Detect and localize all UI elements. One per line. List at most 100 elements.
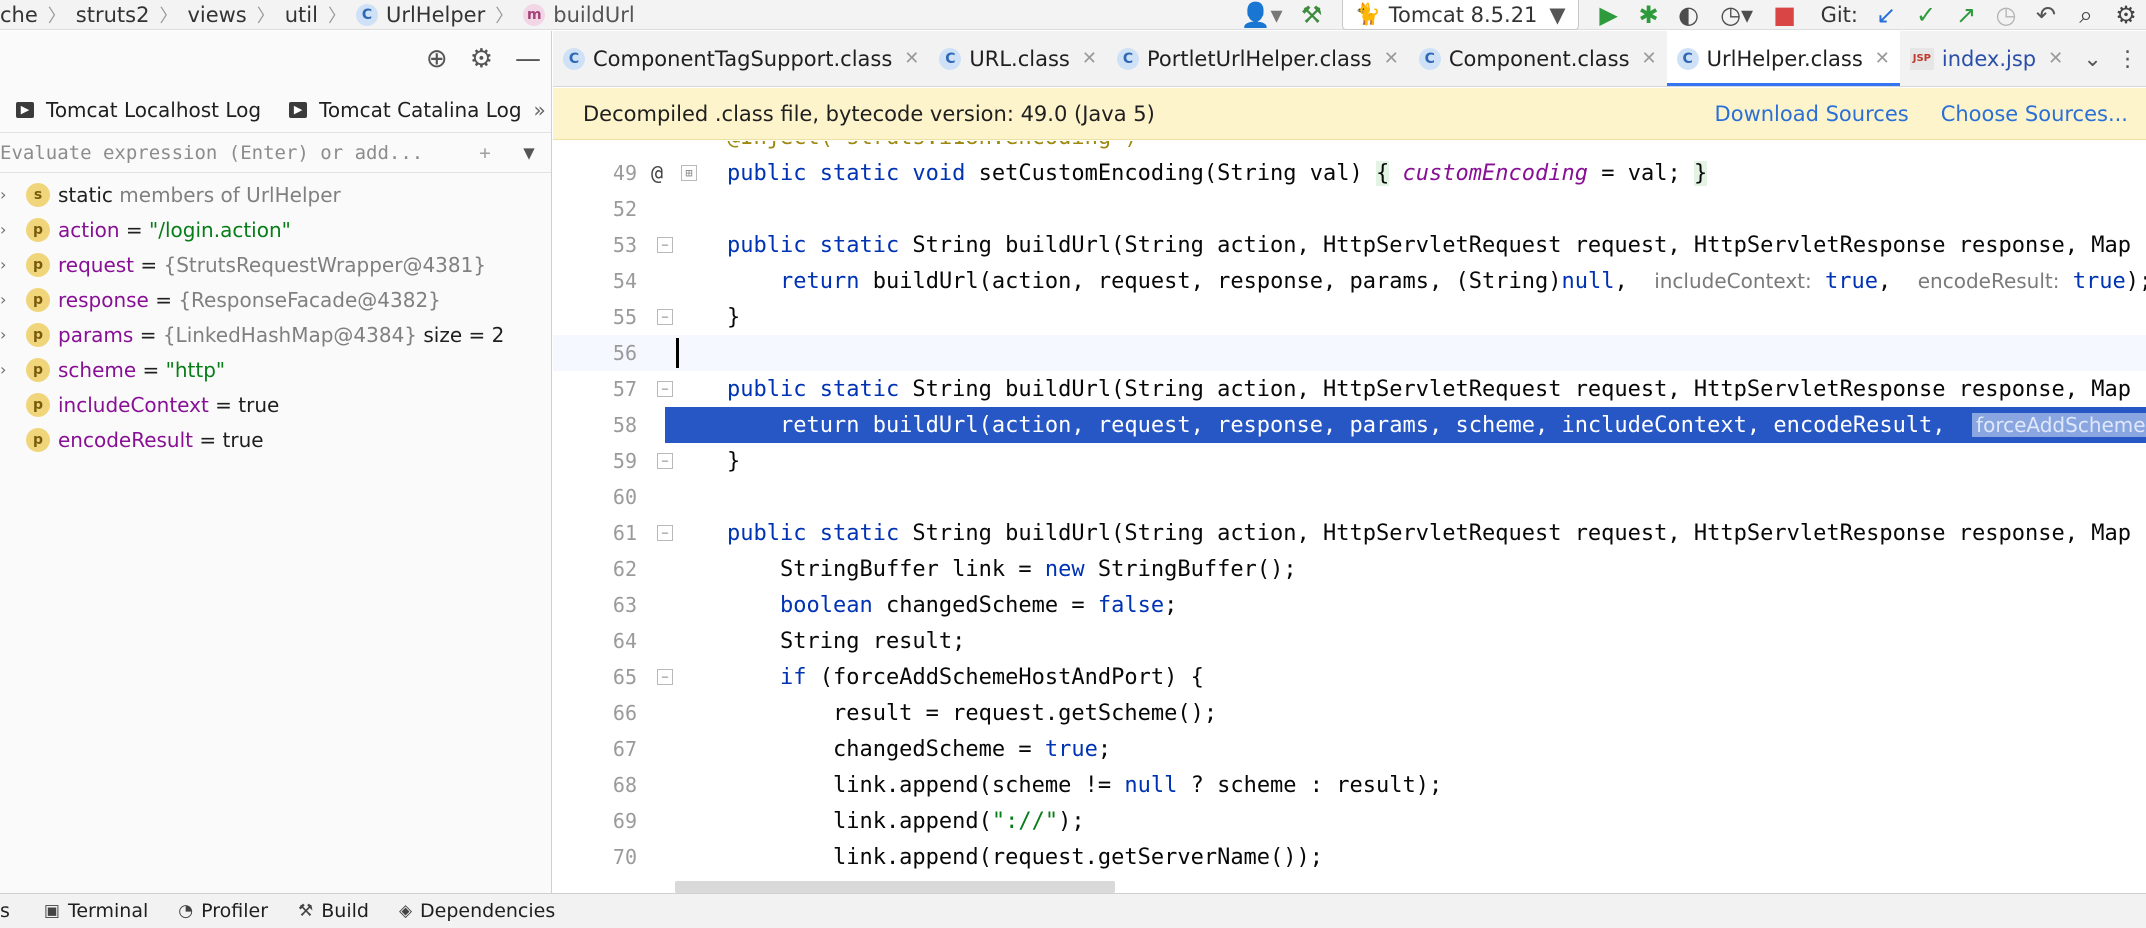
- git-update-icon[interactable]: ↙: [1866, 0, 1906, 30]
- build-tab[interactable]: ⚒ Build: [298, 900, 369, 922]
- variable-text: params = {LinkedHashMap@4384} size = 2: [58, 323, 504, 347]
- line-number: 58: [612, 413, 637, 437]
- tab-tomcat-catalina-log[interactable]: ▶ Tomcat Catalina Log: [273, 98, 533, 122]
- layers-icon: ◈: [398, 901, 413, 921]
- run-configuration-select[interactable]: 🐈 Tomcat 8.5.21 ▼: [1341, 0, 1579, 30]
- chevron-right-icon: 〉: [256, 5, 275, 27]
- editor-tab[interactable]: C URL.class ✕: [929, 31, 1107, 86]
- editor-tab-label: Component.class: [1448, 46, 1630, 71]
- breadcrumb-item[interactable]: UrlHelper: [386, 3, 485, 27]
- fold-icon[interactable]: −: [657, 525, 673, 541]
- download-sources-link[interactable]: Download Sources: [1715, 102, 1909, 126]
- breadcrumb-item[interactable]: views: [187, 3, 246, 27]
- search-icon[interactable]: ⌕: [2066, 0, 2106, 30]
- debug-icon[interactable]: ✱: [1629, 0, 1669, 30]
- close-icon[interactable]: ✕: [904, 48, 919, 69]
- code-text: link.append("://");: [727, 808, 1085, 834]
- git-push-icon[interactable]: ↗: [1946, 0, 1986, 30]
- expand-arrow-icon[interactable]: ›: [0, 185, 6, 204]
- run-icon[interactable]: ▶: [1589, 0, 1629, 30]
- variable-row[interactable]: › p request = {StrutsRequestWrapper@4381}: [0, 247, 551, 282]
- log-icon: ▶: [289, 101, 308, 118]
- fold-icon[interactable]: −: [657, 669, 673, 685]
- choose-sources-link[interactable]: Choose Sources...: [1941, 102, 2128, 126]
- expand-arrow-icon[interactable]: ›: [0, 360, 6, 379]
- git-commit-icon[interactable]: ✓: [1906, 0, 1946, 30]
- variable-row[interactable]: › p params = {LinkedHashMap@4384} size = 2: [0, 317, 551, 352]
- editor-tabs: C ComponentTagSupport.class ✕ C URL.class ✕ C P…: [553, 31, 2146, 87]
- fold-icon[interactable]: ⊞: [681, 165, 697, 181]
- editor-tab-label: PortletUrlHelper.class: [1146, 46, 1372, 71]
- line-number: 61: [612, 521, 637, 545]
- variable-row[interactable]: › p scheme = "http": [0, 352, 551, 387]
- close-icon[interactable]: ✕: [1384, 48, 1399, 69]
- breadcrumb-item[interactable]: util: [285, 3, 318, 27]
- profiler-tab[interactable]: ◔ Profiler: [178, 900, 268, 922]
- profile-icon[interactable]: ◷▾: [1709, 0, 1765, 30]
- close-icon[interactable]: ✕: [1642, 48, 1657, 69]
- variable-equals: =: [148, 287, 179, 312]
- coverage-icon[interactable]: ◐: [1669, 0, 1709, 30]
- stop-icon[interactable]: ■: [1765, 0, 1805, 30]
- breadcrumb-item[interactable]: struts2: [76, 3, 150, 27]
- chevron-down-icon[interactable]: ▼: [507, 142, 551, 164]
- more-tabs-icon[interactable]: »: [534, 98, 554, 122]
- code-editor[interactable]: @Inject("struts.i18n.encoding") 49 @ ⊞ p…: [553, 141, 2146, 893]
- expand-arrow-icon[interactable]: ›: [0, 325, 6, 344]
- dependencies-tab[interactable]: ◈ Dependencies: [399, 900, 555, 922]
- variable-row[interactable]: › s static members of UrlHelper: [0, 177, 551, 212]
- editor-tab[interactable]: C UrlHelper.class ✕: [1666, 31, 1901, 86]
- override-marker-icon[interactable]: @: [651, 161, 681, 185]
- add-watch-icon[interactable]: +: [463, 142, 507, 164]
- debugger-toolbar: ⊕ ⚙ —: [0, 31, 551, 87]
- build-hammer-icon[interactable]: ⚒: [1292, 0, 1332, 30]
- rollback-icon[interactable]: ↶: [2026, 0, 2066, 30]
- editor-tab-label: UrlHelper.class: [1706, 46, 1863, 71]
- crosshair-icon[interactable]: ⊕: [426, 44, 448, 74]
- variable-row[interactable]: p includeContext = true: [0, 387, 551, 422]
- variable-value: true: [222, 427, 264, 452]
- settings-gear-icon[interactable]: ⚙: [470, 44, 493, 74]
- variable-type-icon: p: [26, 217, 50, 242]
- expand-arrow-icon[interactable]: ›: [0, 255, 6, 274]
- code-line: 69 link.append("://");: [553, 803, 2146, 839]
- variable-name: scheme: [58, 357, 137, 382]
- method-icon: m: [523, 3, 546, 26]
- line-number: 49: [612, 161, 637, 185]
- editor-tab[interactable]: C PortletUrlHelper.class ✕: [1107, 31, 1409, 86]
- editor-tab[interactable]: C Component.class ✕: [1409, 31, 1667, 86]
- close-icon[interactable]: ✕: [1875, 48, 1890, 69]
- code-text: String result;: [727, 628, 966, 654]
- log-tabs: ▶ Tomcat Localhost Log ▶ Tomcat Catalina…: [0, 87, 551, 133]
- expand-arrow-icon[interactable]: ›: [0, 290, 6, 309]
- variable-row[interactable]: › p action = "/login.action": [0, 212, 551, 247]
- line-number: 60: [612, 485, 637, 509]
- fold-icon[interactable]: −: [657, 381, 673, 397]
- variable-row[interactable]: › p response = {ResponseFacade@4382}: [0, 282, 551, 317]
- breadcrumb-item[interactable]: buildUrl: [553, 3, 634, 27]
- code-line: 53 − public static String buildUrl(Strin…: [553, 227, 2146, 263]
- close-icon[interactable]: ✕: [1082, 48, 1097, 69]
- horizontal-scrollbar[interactable]: [675, 881, 1115, 893]
- fold-icon[interactable]: −: [657, 309, 673, 325]
- more-vertical-icon[interactable]: ⋮: [2117, 47, 2139, 72]
- editor-tab[interactable]: C ComponentTagSupport.class ✕: [553, 31, 929, 86]
- evaluate-expression-field[interactable]: Evaluate expression (Enter) or add... + …: [0, 133, 551, 173]
- settings-gear-icon[interactable]: ⚙: [2106, 0, 2146, 30]
- breadcrumb-item[interactable]: che: [0, 3, 38, 27]
- fold-icon[interactable]: −: [657, 237, 673, 253]
- history-icon[interactable]: ◷: [1986, 0, 2026, 30]
- expand-arrow-icon[interactable]: ›: [0, 220, 6, 239]
- chevron-down-icon[interactable]: ⌄: [2083, 47, 2101, 72]
- tool-window-partial[interactable]: s: [0, 900, 10, 922]
- close-icon[interactable]: ✕: [2048, 48, 2063, 69]
- tab-tomcat-localhost-log[interactable]: ▶ Tomcat Localhost Log: [0, 98, 273, 122]
- editor-tab[interactable]: JSP index.jsp ✕: [1900, 31, 2073, 86]
- minimize-icon[interactable]: —: [515, 44, 541, 74]
- code-text: if (forceAddSchemeHostAndPort) {: [779, 664, 1204, 690]
- chevron-down-icon: ▼: [1549, 2, 1566, 27]
- terminal-tab[interactable]: ▣ Terminal: [44, 900, 148, 922]
- fold-icon[interactable]: −: [657, 453, 673, 469]
- user-icon[interactable]: 👤▾: [1232, 0, 1292, 30]
- variable-row[interactable]: p encodeResult = true: [0, 422, 551, 457]
